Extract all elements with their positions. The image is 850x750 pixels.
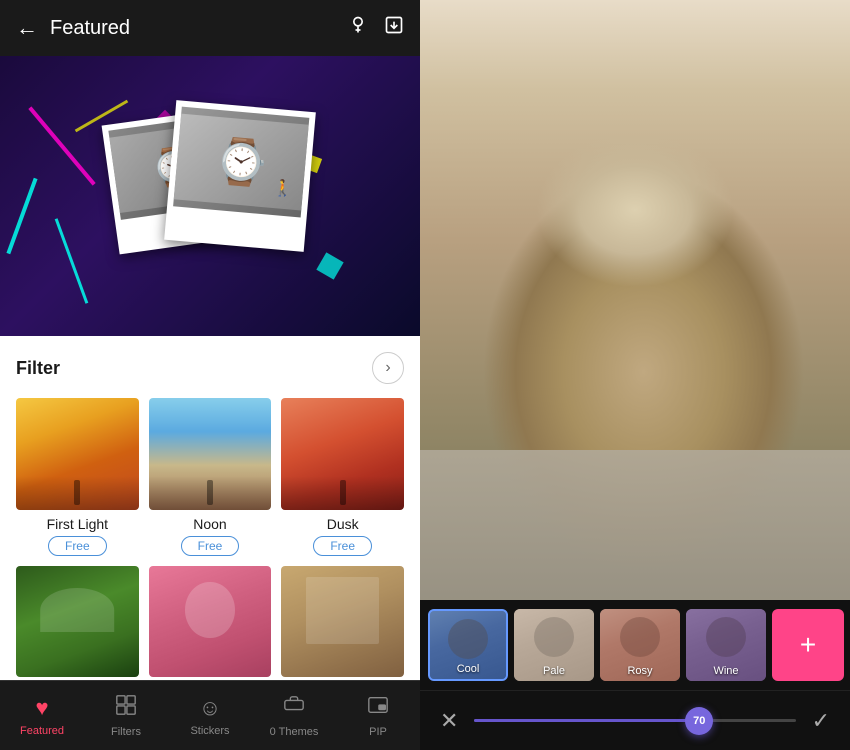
nav-item-filters[interactable]: Filters — [84, 681, 168, 750]
right-panel: Cool Pale Rosy Wine + ✕ 70 — [420, 0, 850, 750]
download-icon[interactable] — [384, 15, 404, 41]
filter-label-wine: Wine — [686, 665, 766, 677]
stickers-icon: ☺ — [199, 695, 221, 721]
filter-strip-item-wine[interactable]: Wine — [686, 609, 766, 681]
hero-photos: ⌚ ⌚ 🚶 — [100, 96, 320, 296]
nav-label-featured: Featured — [20, 725, 64, 737]
nav-item-featured[interactable]: ♥ Featured — [0, 681, 84, 750]
filter-thumb-noon — [149, 398, 272, 510]
photo-card-front: ⌚ 🚶 — [164, 100, 316, 252]
filter-more-button[interactable]: › — [372, 352, 404, 384]
bottom-navigation: ♥ Featured Filters ☺ Stickers — [0, 680, 420, 750]
filter-strip-item-cool[interactable]: Cool — [428, 609, 508, 681]
close-button[interactable]: ✕ — [440, 708, 458, 734]
filter-badge-noon[interactable]: Free — [181, 536, 240, 556]
filter-label-pale: Pale — [514, 665, 594, 677]
filter-item-first-light[interactable]: First Light Free — [16, 398, 139, 556]
filter-thumb-row2-3 — [281, 566, 404, 678]
filter-item-row2-1[interactable] — [16, 566, 139, 680]
filter-thumb-row2-1 — [16, 566, 139, 678]
back-button[interactable]: ← — [16, 15, 38, 41]
filter-name-dusk: Dusk — [327, 516, 359, 532]
filter-badge-dusk[interactable]: Free — [313, 536, 372, 556]
filter-strip: Cool Pale Rosy Wine + — [420, 600, 850, 690]
filter-item-row2-2[interactable] — [149, 566, 272, 680]
slider-thumb[interactable]: 70 — [685, 707, 713, 735]
nav-label-themes: 0 Themes — [270, 726, 319, 738]
filter-item-row2-3[interactable] — [281, 566, 404, 680]
app-header: ← Featured — [0, 0, 420, 56]
nav-label-stickers: Stickers — [190, 725, 229, 737]
filter-item-noon[interactable]: Noon Free — [149, 398, 272, 556]
nav-item-themes[interactable]: 0 Themes — [252, 681, 336, 750]
deco-line-1 — [28, 106, 95, 185]
slider-track[interactable]: 70 — [474, 719, 795, 722]
heart-icon: ♥ — [35, 695, 48, 721]
add-filter-button[interactable]: + — [772, 609, 844, 681]
confirm-button[interactable]: ✓ — [812, 708, 830, 734]
filter-thumb-dusk — [281, 398, 404, 510]
deco-line-2 — [6, 178, 37, 255]
bottom-controls: ✕ 70 ✓ — [420, 690, 850, 750]
hero-banner: ⌚ ⌚ 🚶 — [0, 56, 420, 336]
content-area: Filter › First Light Free — [0, 336, 420, 680]
filter-grid-row2 — [16, 566, 404, 680]
filter-thumb-first-light — [16, 398, 139, 510]
deco-line-4 — [55, 218, 89, 304]
main-photo-area — [420, 0, 850, 600]
filters-icon — [115, 694, 137, 722]
left-panel: ← Featured — [0, 0, 420, 750]
filter-thumb-row2-2 — [149, 566, 272, 678]
gender-icon[interactable] — [348, 15, 368, 41]
filter-section: Filter › First Light Free — [0, 336, 420, 680]
photo-inner-front: ⌚ 🚶 — [173, 107, 309, 218]
filter-badge-first-light[interactable]: Free — [48, 536, 107, 556]
nav-item-stickers[interactable]: ☺ Stickers — [168, 681, 252, 750]
themes-icon — [283, 694, 305, 722]
nav-item-pip[interactable]: PIP — [336, 681, 420, 750]
filter-grid-row1: First Light Free Noon Free — [16, 398, 404, 556]
page-title: Featured — [50, 17, 348, 40]
slider-fill — [474, 719, 699, 722]
filter-strip-item-rosy[interactable]: Rosy — [600, 609, 680, 681]
filter-name-first-light: First Light — [47, 516, 108, 532]
filter-name-noon: Noon — [193, 516, 226, 532]
slider-container: 70 — [474, 719, 795, 723]
filter-header: Filter › — [16, 352, 404, 384]
nav-label-pip: PIP — [369, 726, 387, 738]
filter-item-dusk[interactable]: Dusk Free — [281, 398, 404, 556]
filter-title: Filter — [16, 358, 60, 379]
filter-strip-item-pale[interactable]: Pale — [514, 609, 594, 681]
filter-label-rosy: Rosy — [600, 665, 680, 677]
header-actions — [348, 15, 404, 41]
nav-label-filters: Filters — [111, 726, 141, 738]
filter-label-cool: Cool — [430, 663, 506, 675]
pip-icon — [367, 694, 389, 722]
face-photo — [420, 0, 850, 600]
